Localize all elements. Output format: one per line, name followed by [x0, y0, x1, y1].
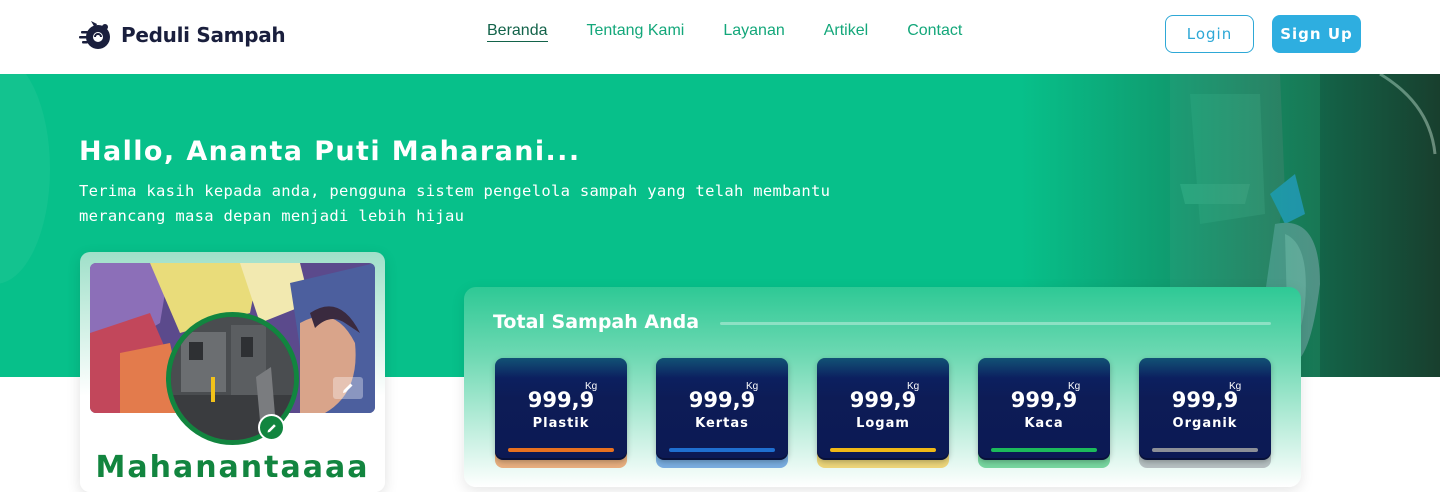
hero-greeting: Hallo, Ananta Puti Maharani...: [79, 136, 581, 167]
stat-card-kertas[interactable]: 999,9 Kg Kertas: [656, 358, 788, 460]
nav-link-contact[interactable]: Contact: [907, 22, 962, 40]
stat-unit: Kg: [1068, 381, 1081, 392]
title-divider: [720, 322, 1271, 325]
total-waste-title: Total Sampah Anda: [493, 311, 700, 333]
login-button[interactable]: Login: [1165, 15, 1254, 53]
stat-label: Logam: [856, 416, 910, 431]
stat-label: Organik: [1172, 416, 1238, 431]
edit-cover-button[interactable]: [333, 377, 363, 399]
signup-button[interactable]: Sign Up: [1272, 15, 1361, 53]
stat-color-bar: [1152, 448, 1258, 452]
pencil-icon: [267, 423, 276, 432]
nav-link-tentang-kami[interactable]: Tentang Kami: [587, 22, 685, 40]
brand-name: Peduli Sampah: [121, 23, 286, 47]
stat-value: 999,9: [1010, 388, 1078, 412]
stat-card-plastik[interactable]: 999,9 Kg Plastik: [495, 358, 627, 460]
stat-card-kaca[interactable]: 999,9 Kg Kaca: [978, 358, 1110, 460]
brand-logo[interactable]: Peduli Sampah: [79, 17, 286, 53]
stat-value: 999,9: [688, 388, 756, 412]
nav-link-layanan[interactable]: Layanan: [723, 22, 784, 40]
stat-label: Kertas: [695, 416, 749, 431]
hero-subtitle: Terima kasih kepada anda, pengguna siste…: [79, 182, 831, 225]
nav-link-artikel[interactable]: Artikel: [824, 22, 868, 40]
stat-color-bar: [508, 448, 614, 452]
nav-links: Beranda Tentang Kami Layanan Artikel Con…: [487, 22, 962, 48]
stat-label: Plastik: [532, 416, 590, 431]
stat-value: 999,9: [849, 388, 917, 412]
stat-card-organik[interactable]: 999,9 Kg Organik: [1139, 358, 1271, 460]
stat-unit: Kg: [585, 381, 598, 392]
recycle-truck-logo-icon: [79, 21, 110, 49]
pencil-icon: [343, 383, 353, 393]
nav-link-beranda[interactable]: Beranda: [487, 22, 548, 42]
stat-color-bar: [669, 448, 775, 452]
stat-color-bar: [830, 448, 936, 452]
hero-decoration: [0, 74, 50, 284]
stat-unit: Kg: [1229, 381, 1242, 392]
stat-value: 999,9: [527, 388, 595, 412]
stat-value: 999,9: [1171, 388, 1239, 412]
stat-card-logam[interactable]: 999,9 Kg Logam: [817, 358, 949, 460]
stat-unit: Kg: [746, 381, 759, 392]
stat-color-bar: [991, 448, 1097, 452]
navbar: Peduli Sampah Beranda Tentang Kami Layan…: [0, 0, 1440, 74]
stat-unit: Kg: [907, 381, 920, 392]
stat-label: Kaca: [1024, 416, 1064, 431]
edit-avatar-button[interactable]: [258, 414, 285, 441]
